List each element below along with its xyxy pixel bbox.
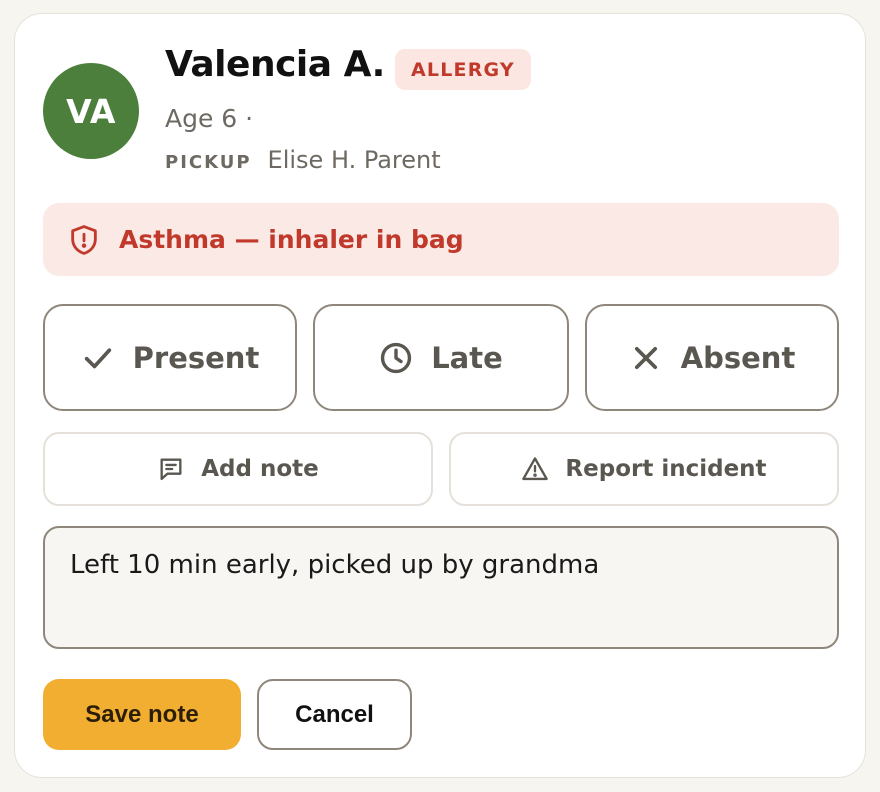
present-label: Present — [132, 340, 260, 375]
student-age: Age 6 · — [165, 104, 254, 133]
x-icon — [629, 341, 663, 375]
avatar-initials: VA — [66, 91, 116, 131]
save-note-button[interactable]: Save note — [43, 679, 241, 750]
student-name: Valencia A. — [165, 44, 385, 85]
report-incident-button[interactable]: Report incident — [449, 432, 839, 506]
medical-alert: Asthma — inhaler in bag — [43, 203, 839, 276]
present-button[interactable]: Present — [43, 304, 297, 411]
student-attendance-card: VA Valencia A. ALLERGY Age 6 · PICKUP El… — [14, 13, 866, 778]
check-icon — [81, 341, 115, 375]
avatar: VA — [43, 63, 139, 159]
clock-icon — [379, 341, 413, 375]
late-label: Late — [431, 340, 503, 375]
warning-icon — [521, 455, 549, 483]
alert-text: Asthma — inhaler in bag — [119, 225, 464, 254]
absent-label: Absent — [680, 340, 796, 375]
note-textarea[interactable]: Left 10 min early, picked up by grandma — [43, 526, 839, 649]
pickup-name: Elise H. Parent — [267, 146, 441, 174]
shield-alert-icon — [67, 223, 101, 257]
pickup-row: PICKUP Elise H. Parent — [165, 146, 441, 174]
absent-button[interactable]: Absent — [585, 304, 839, 411]
pickup-label: PICKUP — [165, 152, 252, 173]
add-note-label: Add note — [201, 456, 319, 482]
allergy-badge: ALLERGY — [395, 49, 531, 90]
report-incident-label: Report incident — [565, 456, 767, 482]
cancel-button[interactable]: Cancel — [257, 679, 412, 750]
add-note-button[interactable]: Add note — [43, 432, 433, 506]
late-button[interactable]: Late — [313, 304, 569, 411]
message-icon — [157, 455, 185, 483]
